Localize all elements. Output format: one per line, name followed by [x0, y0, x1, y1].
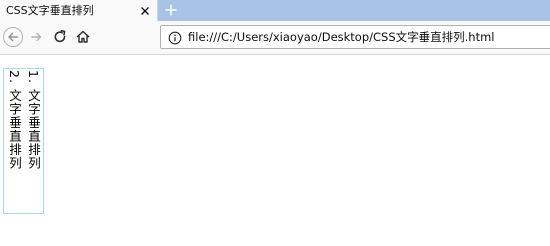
reload-icon[interactable]	[49, 26, 71, 48]
forward-icon[interactable]	[26, 26, 48, 48]
vertical-text-line-2: 2. 文字垂直排列	[7, 70, 22, 170]
new-tab-icon[interactable]	[162, 1, 180, 19]
vertical-text-line-1: 1. 文字垂直排列	[26, 70, 41, 170]
home-icon[interactable]	[72, 26, 94, 48]
tab-strip: CSS文字垂直排列	[0, 0, 550, 21]
url-text[interactable]: file:///C:/Users/xiaoyao/Desktop/CSS文字垂直…	[188, 30, 495, 44]
browser-tab[interactable]: CSS文字垂直排列	[0, 0, 158, 21]
back-icon[interactable]	[2, 26, 24, 48]
vertical-text-box: 1. 文字垂直排列 2. 文字垂直排列	[3, 68, 44, 214]
page-content: 1. 文字垂直排列 2. 文字垂直排列	[0, 56, 550, 246]
tab-title: CSS文字垂直排列	[6, 4, 94, 17]
address-bar[interactable]: file:///C:/Users/xiaoyao/Desktop/CSS文字垂直…	[160, 25, 550, 49]
info-icon[interactable]	[168, 30, 182, 45]
close-icon[interactable]	[138, 3, 152, 17]
nav-toolbar: file:///C:/Users/xiaoyao/Desktop/CSS文字垂直…	[0, 21, 550, 55]
